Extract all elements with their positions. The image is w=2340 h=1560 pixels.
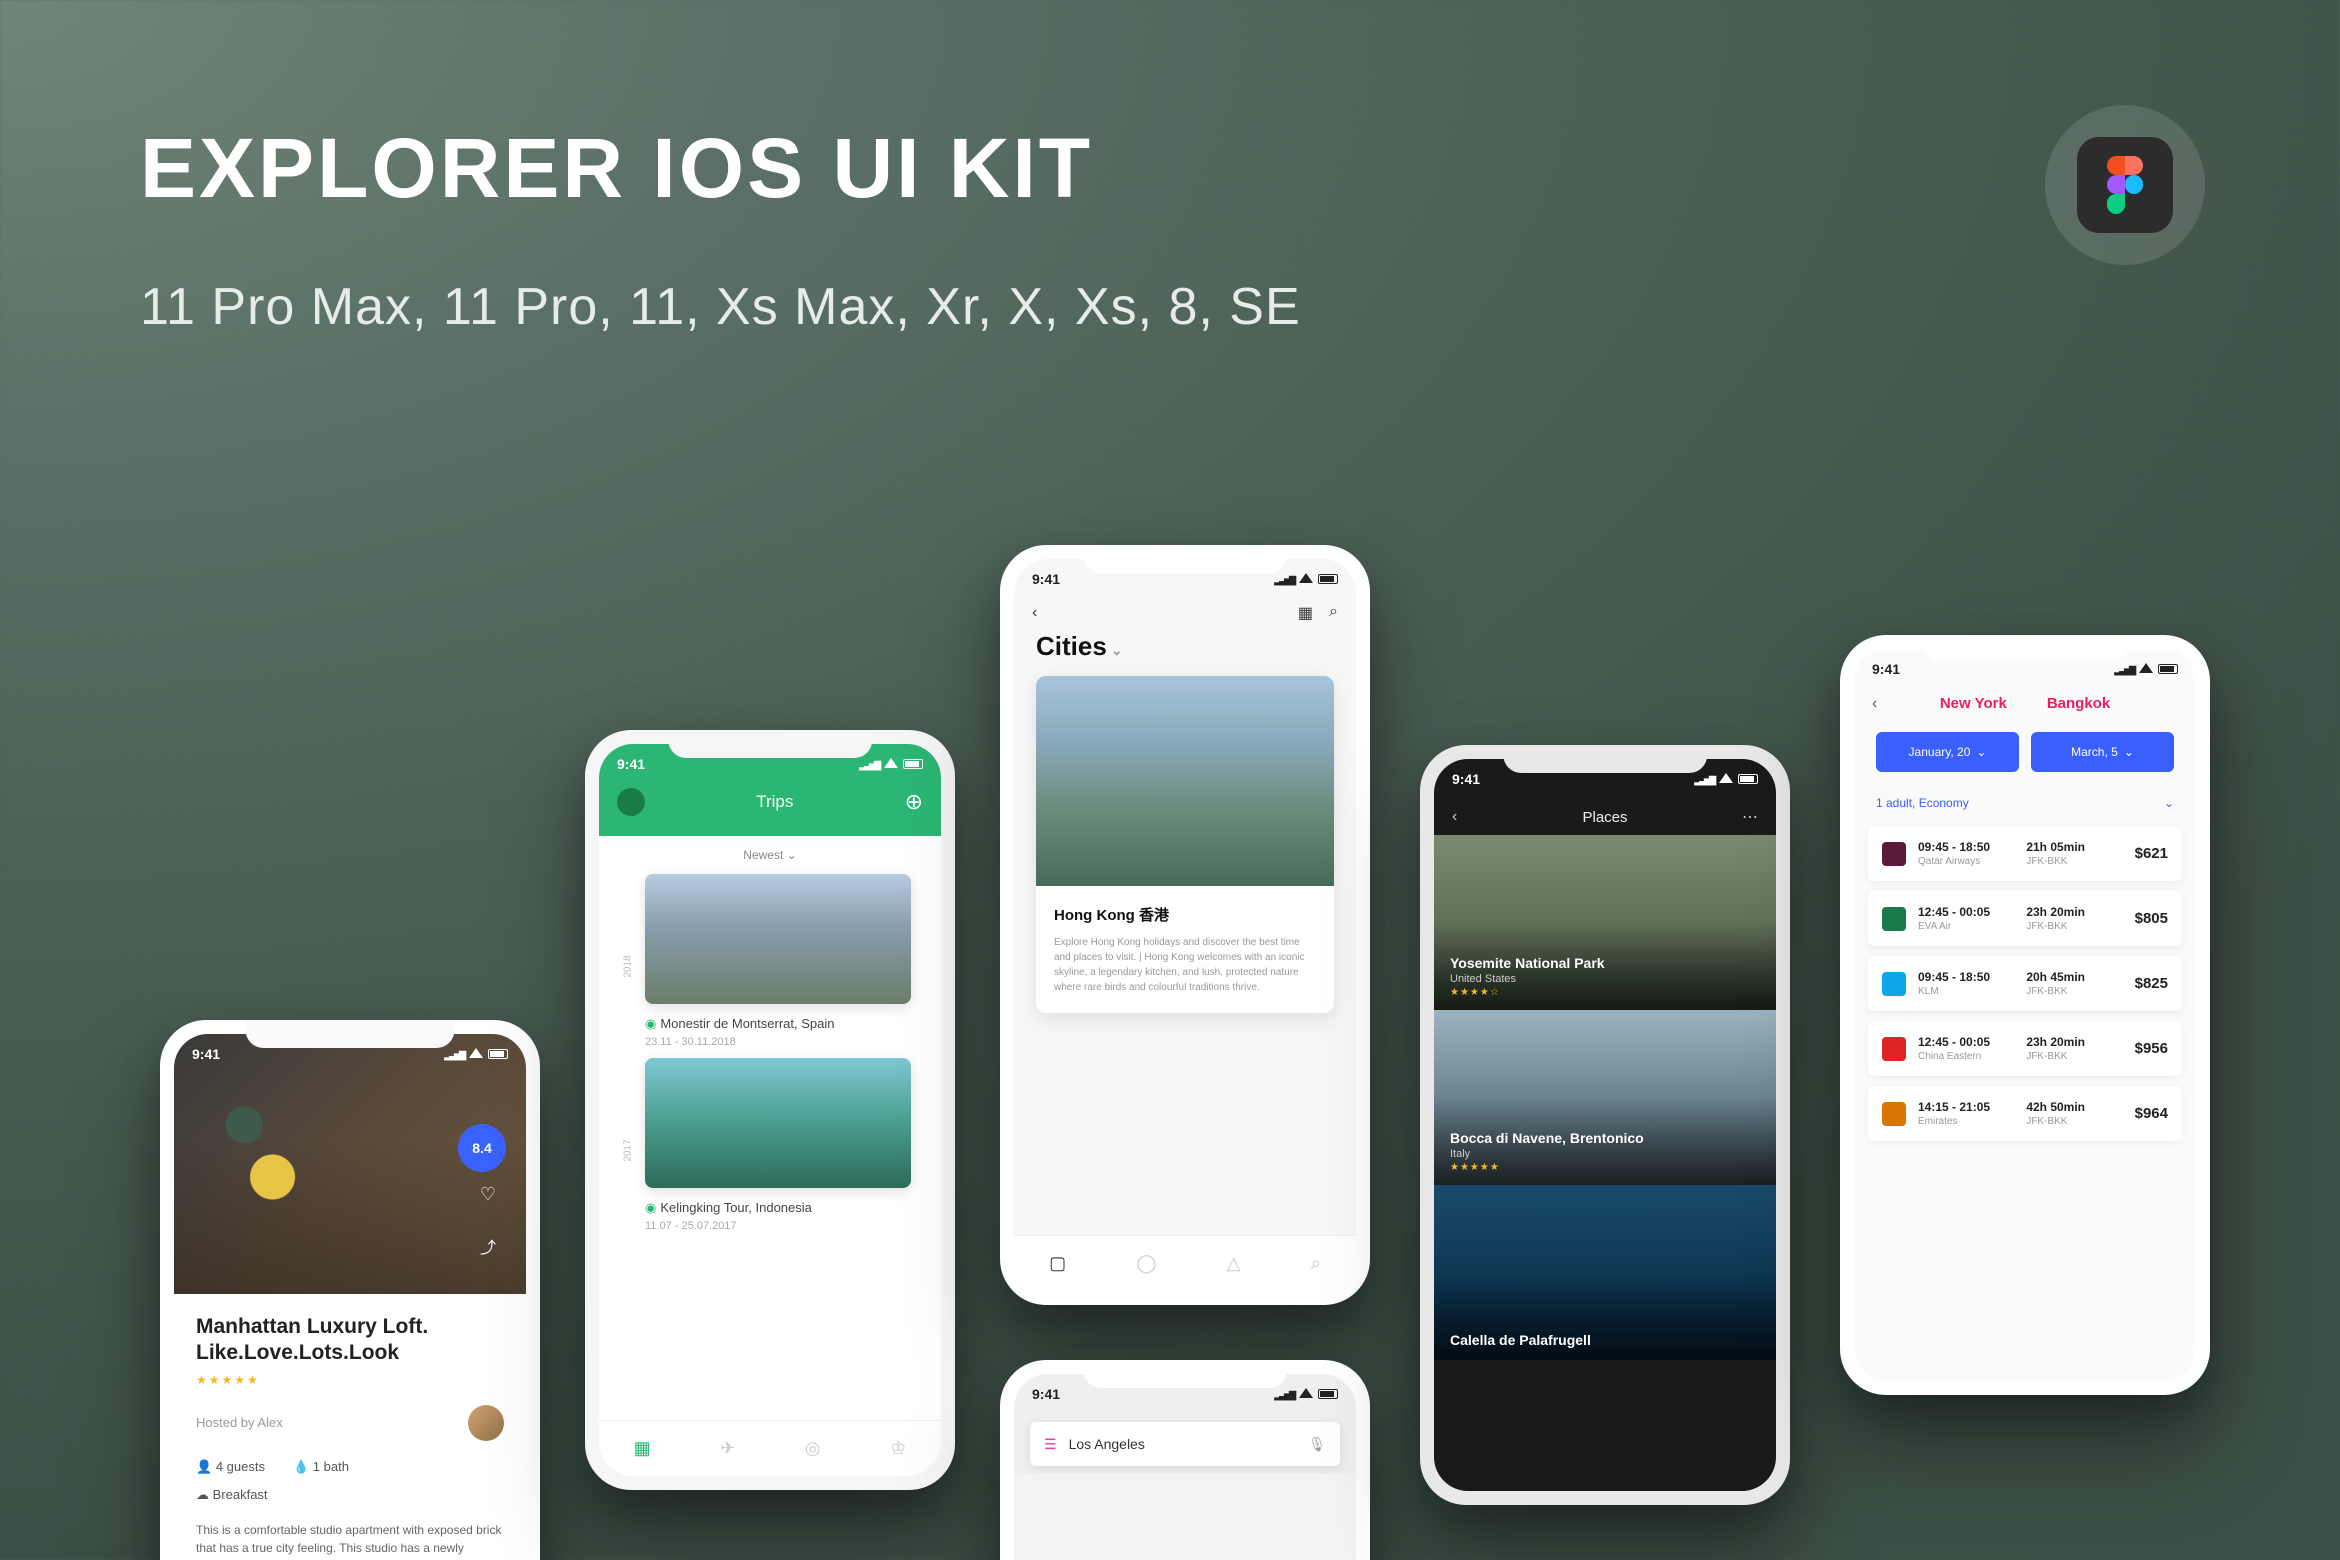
- chevron-down-icon: ⌄: [1111, 642, 1123, 658]
- tab-plane-icon[interactable]: ✈: [720, 1438, 735, 1459]
- flight-row[interactable]: 12:45 - 00:05China Eastern 23h 20minJFK-…: [1868, 1021, 2182, 1076]
- tab-map-icon[interactable]: ▦: [634, 1438, 651, 1459]
- place-name: Yosemite National Park: [1450, 955, 1605, 971]
- flight-price: $956: [2135, 1040, 2168, 1057]
- airline-logo: [1882, 1102, 1906, 1126]
- profile-avatar[interactable]: [617, 788, 645, 816]
- flight-row[interactable]: 12:45 - 00:05EVA Air 23h 20minJFK-BKK $8…: [1868, 891, 2182, 946]
- back-icon[interactable]: ‹: [1872, 695, 1877, 713]
- place-name: Calella de Palafrugell: [1450, 1332, 1591, 1348]
- flight-price: $621: [2135, 845, 2168, 862]
- search-icon[interactable]: ⌕: [1329, 603, 1338, 623]
- tab-search-icon[interactable]: ⌕: [1311, 1253, 1321, 1274]
- baths-meta: 💧 1 bath: [293, 1459, 349, 1475]
- flight-row[interactable]: 09:45 - 18:50Qatar Airways 21h 05minJFK-…: [1868, 826, 2182, 881]
- tab-trophy-icon[interactable]: ♔: [890, 1438, 906, 1459]
- rating-badge: 8.4: [458, 1124, 506, 1172]
- phone-map: 9:41 ☰ Los Angeles 🎙: [1000, 1360, 1370, 1560]
- phone-cities: 9:41 ‹ ▦ ⌕ Cities⌄ Hong Kong 香港 Explore …: [1000, 545, 1370, 1305]
- airline-logo: [1882, 842, 1906, 866]
- trip-year: 2017: [623, 1139, 634, 1161]
- airline-logo: [1882, 1037, 1906, 1061]
- place-country: Italy: [1450, 1148, 1644, 1160]
- listing-stars: ★★★★★: [196, 1373, 504, 1387]
- route-from[interactable]: New York: [1940, 695, 2007, 712]
- city-image: [1036, 676, 1334, 886]
- share-icon[interactable]: ⤴: [480, 1234, 496, 1258]
- tab-bell-icon[interactable]: △: [1227, 1253, 1241, 1274]
- place-card[interactable]: Bocca di Navene, Brentonico Italy ★★★★★: [1434, 1010, 1776, 1185]
- add-trip-icon[interactable]: ⊕: [905, 789, 923, 815]
- favorite-icon[interactable]: ♡: [480, 1184, 496, 1205]
- trips-title: Trips: [756, 792, 793, 812]
- trip-card[interactable]: 2017 ◉Kelingking Tour, Indonesia 11.07 -…: [645, 1058, 911, 1232]
- pin-icon: ◉: [645, 1016, 656, 1031]
- trip-location: ◉Kelingking Tour, Indonesia: [645, 1200, 911, 1216]
- amenity-breakfast: ☁ Breakfast: [196, 1487, 504, 1503]
- status-time: 9:41: [192, 1046, 220, 1062]
- menu-icon[interactable]: ☰: [1044, 1436, 1057, 1453]
- city-card-title: Hong Kong 香港: [1054, 904, 1316, 925]
- place-card[interactable]: Yosemite National Park United States ★★★…: [1434, 835, 1776, 1010]
- chevron-down-icon: ⌄: [2124, 745, 2134, 759]
- chevron-down-icon: ⌄: [1976, 745, 1986, 759]
- passenger-selector[interactable]: 1 adult, Economy⌄: [1854, 786, 2196, 826]
- hero-subtitle: 11 Pro Max, 11 Pro, 11, Xs Max, Xr, X, X…: [140, 277, 1301, 337]
- place-country: United States: [1450, 973, 1605, 985]
- tab-pin-icon[interactable]: ◎: [805, 1438, 821, 1459]
- listing-title: Manhattan Luxury Loft. Like.Love.Lots.Lo…: [196, 1314, 504, 1367]
- phone-trips: 9:41 Trips ⊕ Newest ⌄ 2018 ◉Monestir de …: [585, 730, 955, 1490]
- hero-title-block: EXPLORER IOS UI KIT 11 Pro Max, 11 Pro, …: [140, 120, 1301, 337]
- phone-places: 9:41 ‹ Places ⋯ Yosemite National Park U…: [1420, 745, 1790, 1505]
- tab-chat-icon[interactable]: ◯: [1136, 1253, 1156, 1274]
- tab-bar: ▢ ◯ △ ⌕: [1014, 1235, 1356, 1291]
- trip-location: ◉Monestir de Montserrat, Spain: [645, 1016, 911, 1032]
- guests-meta: 👤 4 guests: [196, 1459, 265, 1475]
- flight-price: $825: [2135, 975, 2168, 992]
- sort-dropdown[interactable]: Newest ⌄: [599, 836, 941, 874]
- place-name: Bocca di Navene, Brentonico: [1450, 1130, 1644, 1146]
- back-icon[interactable]: ‹: [1032, 604, 1037, 622]
- map-search-bar[interactable]: ☰ Los Angeles 🎙: [1030, 1422, 1340, 1466]
- map-icon[interactable]: ▦: [1298, 603, 1313, 623]
- cities-title[interactable]: Cities⌄: [1014, 627, 1356, 676]
- pin-icon: ◉: [645, 1200, 656, 1215]
- flight-row[interactable]: 14:15 - 21:05Emirates 42h 50minJFK-BKK $…: [1868, 1086, 2182, 1141]
- trip-dates: 23.11 - 30.11.2018: [645, 1036, 911, 1048]
- airline-logo: [1882, 972, 1906, 996]
- places-title: Places: [1434, 809, 1776, 826]
- figma-badge: [2045, 105, 2205, 265]
- search-value: Los Angeles: [1069, 1436, 1145, 1452]
- flight-price: $964: [2135, 1105, 2168, 1122]
- host-label: Hosted by Alex: [196, 1415, 283, 1430]
- date-from-button[interactable]: January, 20⌄: [1876, 732, 2019, 772]
- trip-image: [645, 874, 911, 1004]
- place-stars: ★★★★★: [1450, 1162, 1644, 1173]
- mic-icon[interactable]: 🎙: [1308, 1436, 1326, 1453]
- listing-description: This is a comfortable studio apartment w…: [196, 1521, 504, 1560]
- host-avatar[interactable]: [468, 1405, 504, 1441]
- tab-bar: ▦ ✈ ◎ ♔: [599, 1420, 941, 1476]
- phone-listing: 9:41 8.4 ♡ ⤴ Manhattan Luxury Loft. Like…: [160, 1020, 540, 1560]
- trip-year: 2018: [623, 955, 634, 977]
- flight-row[interactable]: 09:45 - 18:50KLM 20h 45minJFK-BKK $825: [1868, 956, 2182, 1011]
- date-to-button[interactable]: March, 5⌄: [2031, 732, 2174, 772]
- trip-dates: 11.07 - 25.07.2017: [645, 1220, 911, 1232]
- figma-icon: [2077, 137, 2173, 233]
- hero-title: EXPLORER IOS UI KIT: [140, 120, 1301, 217]
- trip-image: [645, 1058, 911, 1188]
- map-canvas[interactable]: [1014, 1474, 1356, 1560]
- place-card[interactable]: Calella de Palafrugell: [1434, 1185, 1776, 1360]
- listing-hero-image: 9:41 8.4 ♡ ⤴: [174, 1034, 526, 1294]
- tab-home-icon[interactable]: ▢: [1049, 1253, 1066, 1274]
- phone-flights: 9:41 ‹ New York Bangkok January, 20⌄ Mar…: [1840, 635, 2210, 1395]
- city-card[interactable]: Hong Kong 香港 Explore Hong Kong holidays …: [1036, 676, 1334, 1013]
- flight-price: $805: [2135, 910, 2168, 927]
- chevron-down-icon: ⌄: [2164, 796, 2174, 810]
- route-to[interactable]: Bangkok: [2047, 695, 2110, 712]
- place-stars: ★★★★☆: [1450, 987, 1605, 998]
- city-card-desc: Explore Hong Kong holidays and discover …: [1054, 935, 1316, 995]
- trip-card[interactable]: 2018 ◉Monestir de Montserrat, Spain 23.1…: [645, 874, 911, 1048]
- airline-logo: [1882, 907, 1906, 931]
